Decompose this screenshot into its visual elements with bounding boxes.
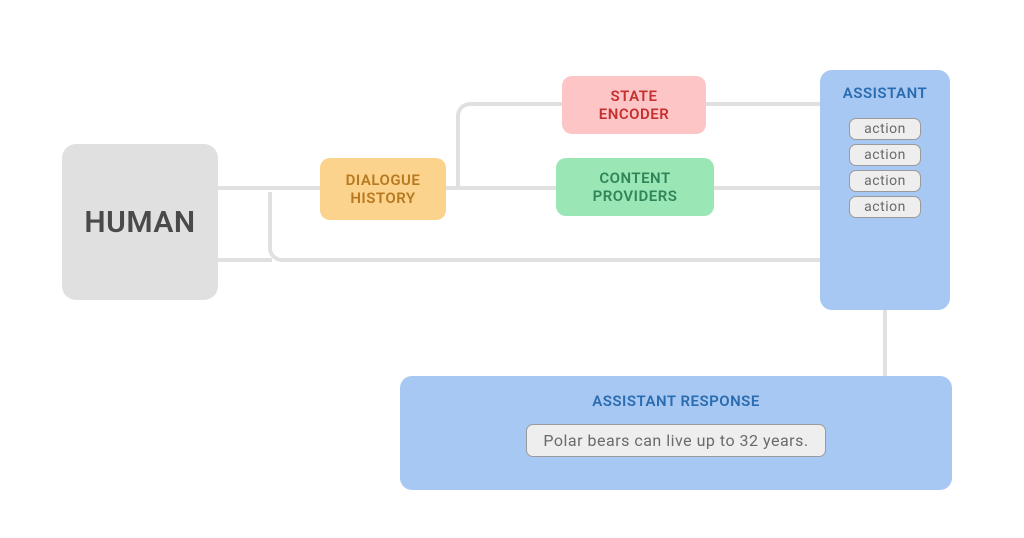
content-line2: PROVIDERS [593,187,678,205]
connector [714,186,822,190]
action-pill: action [849,118,921,140]
connector [292,258,822,262]
state-encoder-node: STATE ENCODER [562,76,706,134]
action-pill: action [849,170,921,192]
state-line1: STATE [611,87,658,105]
connector-corner [456,102,484,130]
human-node: HUMAN [62,144,218,300]
assistant-response-text: Polar bears can live up to 32 years. [526,424,825,457]
assistant-label: ASSISTANT [843,84,927,102]
dialogue-history-node: DIALOGUE HISTORY [320,158,446,220]
connector [268,192,272,238]
connector [218,258,272,262]
connector [883,308,887,378]
connector [446,186,558,190]
content-providers-node: CONTENT PROVIDERS [556,158,714,216]
content-line1: CONTENT [599,169,670,187]
connector [480,102,564,106]
diagram-canvas: HUMAN DIALOGUE HISTORY STATE ENCODER CON… [0,0,1024,538]
action-pill: action [849,144,921,166]
connector [456,126,460,188]
action-pill: action [849,196,921,218]
connector [706,102,822,106]
dialogue-line2: HISTORY [350,189,415,207]
assistant-actions: action action action action [849,118,921,218]
assistant-response-node: ASSISTANT RESPONSE Polar bears can live … [400,376,952,490]
dialogue-line1: DIALOGUE [346,171,421,189]
connector [218,186,322,190]
state-line2: ENCODER [599,105,669,123]
assistant-response-title: ASSISTANT RESPONSE [592,392,760,410]
assistant-node: ASSISTANT action action action action [820,70,950,310]
human-label: HUMAN [84,205,195,240]
